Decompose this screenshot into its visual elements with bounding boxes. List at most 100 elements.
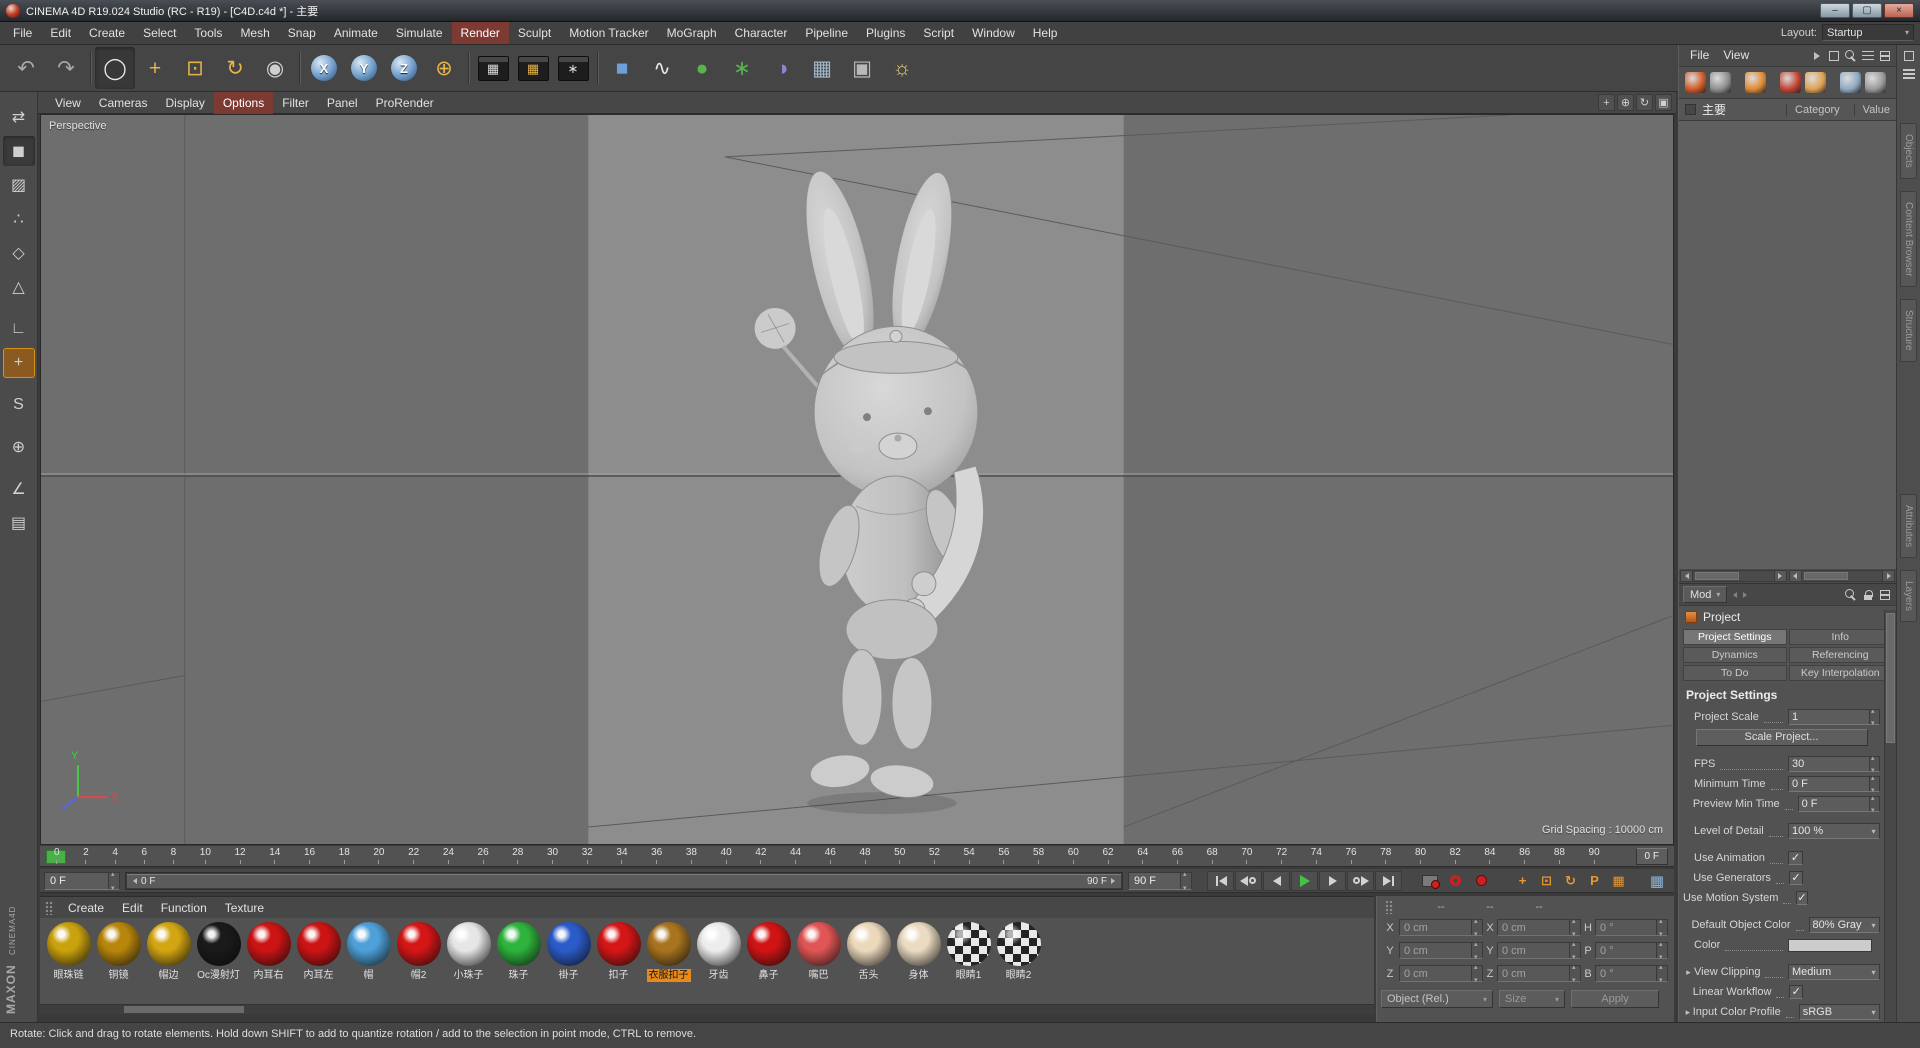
new-take-icon[interactable] — [1780, 72, 1801, 93]
rotate-tool[interactable]: ↻ — [215, 47, 255, 89]
side-tab[interactable]: Layers — [1900, 570, 1917, 623]
material-item[interactable]: 舌头 — [845, 922, 892, 982]
attributes-scrollbar[interactable] — [1884, 610, 1896, 1022]
material-preview[interactable] — [146, 922, 191, 966]
take-overrides-icon[interactable] — [1865, 72, 1886, 93]
move-tool[interactable]: + — [135, 47, 175, 89]
make-editable-button[interactable]: ⇄ — [3, 102, 35, 132]
attribute-field[interactable]: Medium — [1788, 964, 1880, 980]
attribute-field[interactable]: Scale Project... — [1695, 728, 1868, 746]
take-row[interactable]: 主要 Category Value — [1679, 99, 1896, 121]
viewport-menu-item[interactable]: View — [46, 92, 90, 114]
add-deformer-button[interactable]: ◑ — [762, 47, 802, 89]
material-item[interactable]: 身体 — [895, 922, 942, 982]
material-preview[interactable] — [596, 922, 641, 966]
panel-grip[interactable] — [45, 900, 54, 915]
toolbar-separator[interactable] — [464, 48, 473, 88]
scroll-right-icon[interactable] — [1773, 571, 1786, 581]
position-field[interactable]: 0 cm — [1399, 963, 1483, 984]
stepper[interactable] — [1180, 870, 1191, 892]
lock-icon[interactable] — [1861, 588, 1875, 602]
record-rotation-toggle[interactable]: ↻ — [1559, 871, 1582, 891]
zoom-view-icon[interactable]: ⊕ — [1617, 94, 1634, 111]
material-item[interactable]: 眼睛1 — [945, 922, 992, 982]
material-menu-item[interactable]: Create — [59, 897, 113, 919]
material-preview[interactable] — [346, 922, 391, 966]
goto-end-button[interactable] — [1375, 870, 1402, 891]
add-subdivision-surface-button[interactable]: ● — [682, 47, 722, 89]
stepper[interactable] — [1869, 707, 1879, 727]
attribute-tab[interactable]: To Do — [1683, 665, 1787, 681]
z-axis-lock[interactable]: Z — [384, 47, 424, 89]
take-hscrollbar-left[interactable] — [1680, 570, 1787, 582]
menu-item[interactable]: Render — [451, 22, 509, 44]
scroll-right-icon[interactable] — [1882, 571, 1894, 581]
history-back-icon[interactable] — [1733, 591, 1738, 598]
texture-mode-button[interactable]: ▨ — [3, 170, 35, 200]
menu-item[interactable]: Create — [80, 22, 134, 44]
stepper[interactable] — [1471, 917, 1482, 938]
add-environment-button[interactable]: ▦ — [802, 47, 842, 89]
enable-axis-button[interactable]: + — [2, 348, 35, 378]
goto-start-button[interactable] — [1207, 870, 1234, 891]
attribute-field[interactable]: 80% Gray — [1808, 917, 1880, 933]
toolbar-separator[interactable] — [86, 48, 95, 88]
viewport-menu-item[interactable]: Display — [156, 92, 213, 114]
size-mode-select[interactable]: Size ▾ — [1499, 990, 1565, 1008]
material-item[interactable]: 眼珠链 — [45, 922, 92, 982]
take-menu-item[interactable]: File — [1683, 45, 1716, 66]
history-forward-icon[interactable] — [1743, 591, 1748, 598]
size-field[interactable]: 0 cm — [1497, 940, 1581, 961]
workplane-mode-button[interactable]: ∟ — [3, 314, 35, 344]
attribute-field[interactable]: sRGB — [1798, 1004, 1880, 1020]
attribute-tab[interactable]: Dynamics — [1683, 647, 1787, 663]
prev-frame-button[interactable] — [1263, 870, 1290, 891]
stepper[interactable] — [1869, 754, 1879, 774]
side-tab[interactable]: Content Browser — [1900, 190, 1917, 288]
add-light-button[interactable]: ☼ — [882, 47, 922, 89]
start-frame-field[interactable]: 0 F — [44, 870, 120, 892]
material-item[interactable]: 铜镜 — [95, 922, 142, 982]
rotation-field[interactable]: 0 ° — [1595, 940, 1668, 961]
material-preview[interactable] — [846, 922, 891, 966]
material-preview[interactable] — [96, 922, 141, 966]
viewport[interactable]: Y X Perspective Grid Spacing : 10000 cm — [40, 114, 1674, 845]
search-icon[interactable] — [1844, 49, 1858, 63]
rotation-field[interactable]: 0 ° — [1595, 917, 1668, 938]
panel-grip[interactable] — [1385, 900, 1394, 914]
menu-item[interactable]: Select — [134, 22, 185, 44]
record-scale-toggle[interactable]: ⊡ — [1535, 871, 1558, 891]
material-menu-item[interactable]: Edit — [113, 897, 152, 919]
menu-item[interactable]: Mesh — [231, 22, 278, 44]
dock-icon[interactable] — [1902, 49, 1916, 63]
end-frame-field[interactable]: 90 F — [1128, 870, 1192, 892]
scrubber-thumb[interactable]: 0 F 90 F — [127, 873, 1121, 888]
scale-tool[interactable]: ⊡ — [175, 47, 215, 89]
autokey-button[interactable] — [1443, 871, 1468, 891]
viewport-menu-item[interactable]: Cameras — [90, 92, 157, 114]
y-axis-lock[interactable]: Y — [344, 47, 384, 89]
menu-item[interactable]: Edit — [41, 22, 80, 44]
position-field[interactable]: 0 cm — [1399, 940, 1483, 961]
coordinate-mode-select[interactable]: Object (Rel.) ▾ — [1381, 990, 1493, 1008]
record-keyframe-button[interactable] — [1417, 871, 1442, 891]
menu-item[interactable]: Tools — [185, 22, 231, 44]
float-window-icon[interactable] — [1827, 49, 1841, 63]
toolbar-separator[interactable] — [593, 48, 602, 88]
attribute-field[interactable]: 0 F — [1788, 774, 1880, 794]
auto-take-icon[interactable] — [1745, 72, 1766, 93]
snap-toggle-button[interactable]: ⊕ — [3, 432, 35, 462]
material-item[interactable]: Oc漫射灯 — [195, 922, 242, 982]
panel-menu-icon[interactable] — [1902, 67, 1916, 81]
scroll-left-icon[interactable] — [1789, 571, 1802, 581]
stepper[interactable] — [1569, 963, 1580, 984]
material-scrollbar[interactable] — [40, 1004, 1374, 1014]
position-field[interactable]: 0 cm — [1399, 917, 1483, 938]
expand-arrow-icon[interactable]: ▸ — [1683, 1007, 1693, 1018]
toolbar-separator[interactable] — [295, 48, 304, 88]
add-primitive-button[interactable]: ■ — [602, 47, 642, 89]
camera-label[interactable]: Perspective — [49, 120, 106, 132]
panel-expand-icon[interactable] — [1810, 49, 1824, 63]
render-view-button[interactable]: ▦ — [473, 47, 513, 89]
redo-button[interactable]: ↷ — [46, 47, 86, 89]
